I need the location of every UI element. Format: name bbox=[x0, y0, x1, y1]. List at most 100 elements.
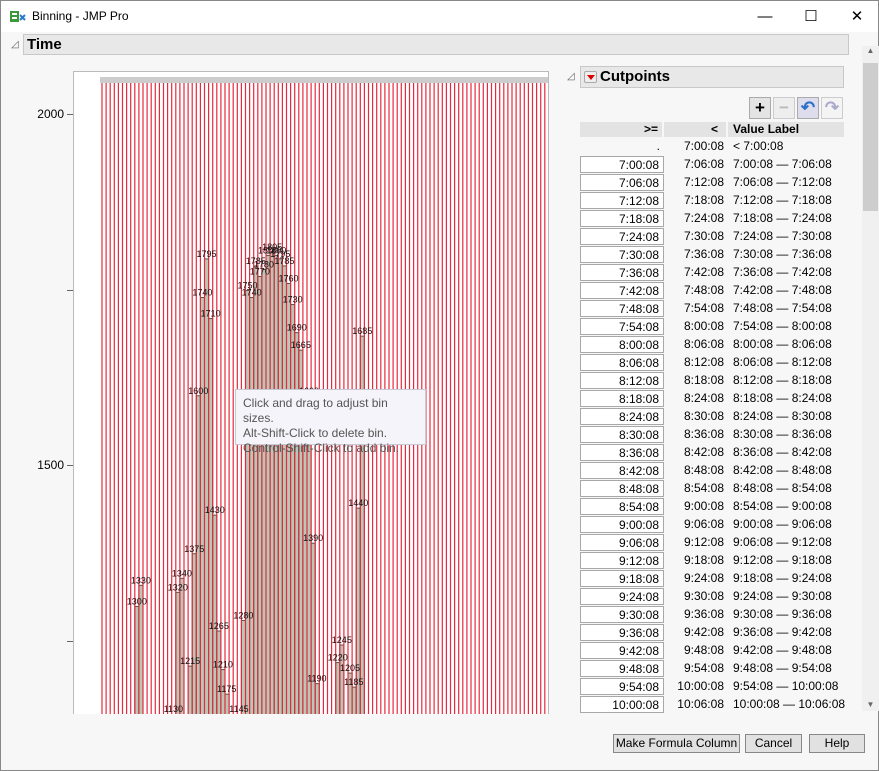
scrollbar-thumb[interactable] bbox=[863, 63, 878, 211]
cutpoint-input[interactable]: 7:24:08 bbox=[580, 228, 664, 245]
cutpoints-header: Cutpoints bbox=[580, 66, 844, 88]
table-row: 8:00:08 8:06:08 8:00:08 — 8:06:08 bbox=[580, 336, 844, 354]
disclosure-triangle-icon[interactable]: ◿ bbox=[567, 71, 575, 82]
value-label-cell[interactable]: 9:48:08 — 9:54:08 bbox=[733, 660, 832, 677]
cutpoint-input[interactable]: 9:36:08 bbox=[580, 624, 664, 641]
histogram-bar bbox=[208, 318, 214, 714]
value-label-cell[interactable]: 7:30:08 — 7:36:08 bbox=[733, 246, 832, 263]
histogram-bar bbox=[195, 395, 201, 714]
value-label-cell[interactable]: 9:30:08 — 9:36:08 bbox=[733, 606, 832, 623]
histogram-bar bbox=[257, 275, 263, 714]
cutpoint-input[interactable]: 7:36:08 bbox=[580, 264, 664, 281]
title-bar: Binning - JMP Pro — ☐ ✕ bbox=[1, 1, 878, 32]
cutpoint-input[interactable]: 8:48:08 bbox=[580, 480, 664, 497]
cutpoint-input[interactable]: 8:54:08 bbox=[580, 498, 664, 515]
upper-bound-cell: 9:30:08 bbox=[683, 589, 724, 603]
undo-button[interactable]: ↶ bbox=[797, 97, 819, 119]
value-label-cell[interactable]: 9:06:08 — 9:12:08 bbox=[733, 534, 832, 551]
value-label-cell[interactable]: 9:54:08 — 10:00:08 bbox=[733, 678, 838, 695]
cutpoint-input[interactable]: 9:00:08 bbox=[580, 516, 664, 533]
cutpoint-input[interactable]: 8:36:08 bbox=[580, 444, 664, 461]
cutpoint-input[interactable]: 9:54:08 bbox=[580, 678, 664, 695]
cutpoint-input[interactable]: 8:06:08 bbox=[580, 354, 664, 371]
cutpoint-input[interactable]: 8:18:08 bbox=[580, 390, 664, 407]
value-label-cell[interactable]: 8:12:08 — 8:18:08 bbox=[733, 372, 832, 389]
cutpoint-input[interactable]: 7:18:08 bbox=[580, 210, 664, 227]
maximize-button[interactable]: ☐ bbox=[788, 1, 834, 32]
value-label-cell[interactable]: 7:12:08 — 7:18:08 bbox=[733, 192, 832, 209]
value-label-cell[interactable]: 8:18:08 — 8:24:08 bbox=[733, 390, 832, 407]
value-label-cell[interactable]: 8:30:08 — 8:36:08 bbox=[733, 426, 832, 443]
minimize-button[interactable]: — bbox=[742, 1, 788, 32]
value-label-cell[interactable]: 7:00:08 — 7:06:08 bbox=[733, 156, 832, 173]
column-header-ge: >= bbox=[580, 122, 662, 137]
cutpoint-input[interactable]: 9:18:08 bbox=[580, 570, 664, 587]
value-label-cell[interactable]: < 7:00:08 bbox=[733, 138, 783, 155]
value-label-cell[interactable]: 8:06:08 — 8:12:08 bbox=[733, 354, 832, 371]
value-label-cell[interactable]: 9:42:08 — 9:48:08 bbox=[733, 642, 832, 659]
disclosure-triangle-icon[interactable]: ◿ bbox=[11, 39, 19, 50]
vertical-scrollbar[interactable]: ▲ ▼ bbox=[862, 46, 879, 711]
value-label-cell[interactable]: 8:48:08 — 8:54:08 bbox=[733, 480, 832, 497]
cutpoint-input[interactable]: 7:00:08 bbox=[580, 156, 664, 173]
value-label-cell[interactable]: 7:42:08 — 7:48:08 bbox=[733, 282, 832, 299]
value-label-cell[interactable]: 7:36:08 — 7:42:08 bbox=[733, 264, 832, 281]
value-label-cell[interactable]: 7:54:08 — 8:00:08 bbox=[733, 318, 832, 335]
cutpoint-input[interactable]: 7:12:08 bbox=[580, 192, 664, 209]
cutpoint-input[interactable]: 8:00:08 bbox=[580, 336, 664, 353]
tooltip-line: Click and drag to adjust bin sizes. bbox=[243, 396, 388, 425]
value-label-cell[interactable]: 8:42:08 — 8:48:08 bbox=[733, 462, 832, 479]
cutpoint-input[interactable]: 7:30:08 bbox=[580, 246, 664, 263]
value-label-cell[interactable]: 8:36:08 — 8:42:08 bbox=[733, 444, 832, 461]
value-label-cell[interactable]: 9:24:08 — 9:30:08 bbox=[733, 588, 832, 605]
cutpoint-input[interactable]: 7:42:08 bbox=[580, 282, 664, 299]
remove-cutpoint-button[interactable]: − bbox=[773, 97, 795, 119]
cutpoint-input[interactable]: 9:24:08 bbox=[580, 588, 664, 605]
help-button[interactable]: Help bbox=[809, 734, 865, 753]
cutpoint-input[interactable]: 9:42:08 bbox=[580, 642, 664, 659]
table-row: 9:12:08 9:18:08 9:12:08 — 9:18:08 bbox=[580, 552, 844, 570]
cutpoint-input[interactable]: 8:24:08 bbox=[580, 408, 664, 425]
cutpoint-input[interactable]: 8:30:08 bbox=[580, 426, 664, 443]
value-label-cell[interactable]: 9:18:08 — 9:24:08 bbox=[733, 570, 832, 587]
scroll-down-icon[interactable]: ▼ bbox=[862, 700, 879, 709]
redo-button[interactable]: ↷ bbox=[821, 97, 843, 119]
value-label-cell[interactable]: 10:00:08 — 10:06:08 bbox=[733, 696, 845, 713]
cutpoint-input[interactable]: 8:12:08 bbox=[580, 372, 664, 389]
histogram-bar bbox=[253, 265, 259, 714]
add-cutpoint-button[interactable]: + bbox=[749, 97, 771, 119]
cutpoint-handles[interactable] bbox=[100, 77, 548, 83]
value-label-cell[interactable]: 9:36:08 — 9:42:08 bbox=[733, 624, 832, 641]
cutpoint-input[interactable]: 9:06:08 bbox=[580, 534, 664, 551]
value-label-cell[interactable]: 7:48:08 — 7:54:08 bbox=[733, 300, 832, 317]
column-header-value-label: Value Label bbox=[728, 122, 844, 137]
upper-bound-cell: 8:48:08 bbox=[683, 463, 724, 477]
value-label-cell[interactable]: 7:06:08 — 7:12:08 bbox=[733, 174, 832, 191]
histogram-bar bbox=[191, 553, 197, 714]
table-row: 7:42:08 7:48:08 7:42:08 — 7:48:08 bbox=[580, 282, 844, 300]
table-row: 7:12:08 7:18:08 7:12:08 — 7:18:08 bbox=[580, 192, 844, 210]
value-label-cell[interactable]: 9:00:08 — 9:06:08 bbox=[733, 516, 832, 533]
cutpoint-input[interactable]: 9:48:08 bbox=[580, 660, 664, 677]
scroll-up-icon[interactable]: ▲ bbox=[862, 46, 879, 55]
bar-value-label: 1710 bbox=[201, 309, 221, 319]
value-label-cell[interactable]: 7:18:08 — 7:24:08 bbox=[733, 210, 832, 227]
make-formula-column-button[interactable]: Make Formula Column bbox=[613, 734, 740, 753]
value-label-cell[interactable]: 7:24:08 — 7:30:08 bbox=[733, 228, 832, 245]
value-label-cell[interactable]: 8:00:08 — 8:06:08 bbox=[733, 336, 832, 353]
cutpoint-input[interactable]: 7:48:08 bbox=[580, 300, 664, 317]
upper-bound-cell: 8:24:08 bbox=[683, 391, 724, 405]
close-button[interactable]: ✕ bbox=[834, 1, 879, 32]
cutpoint-input[interactable]: 9:12:08 bbox=[580, 552, 664, 569]
cutpoint-input[interactable]: 7:54:08 bbox=[580, 318, 664, 335]
cutpoint-input[interactable]: 10:00:08 bbox=[580, 696, 664, 713]
value-label-cell[interactable]: 8:54:08 — 9:00:08 bbox=[733, 498, 832, 515]
red-triangle-menu-icon[interactable] bbox=[584, 71, 597, 83]
cutpoint-input[interactable]: 9:30:08 bbox=[580, 606, 664, 623]
cancel-button[interactable]: Cancel bbox=[745, 734, 802, 753]
value-label-cell[interactable]: 9:12:08 — 9:18:08 bbox=[733, 552, 832, 569]
cutpoint-input[interactable]: 7:06:08 bbox=[580, 174, 664, 191]
cutpoint-input[interactable]: 8:42:08 bbox=[580, 462, 664, 479]
value-label-cell[interactable]: 8:24:08 — 8:30:08 bbox=[733, 408, 832, 425]
cutpoints-title: Cutpoints bbox=[600, 68, 670, 85]
